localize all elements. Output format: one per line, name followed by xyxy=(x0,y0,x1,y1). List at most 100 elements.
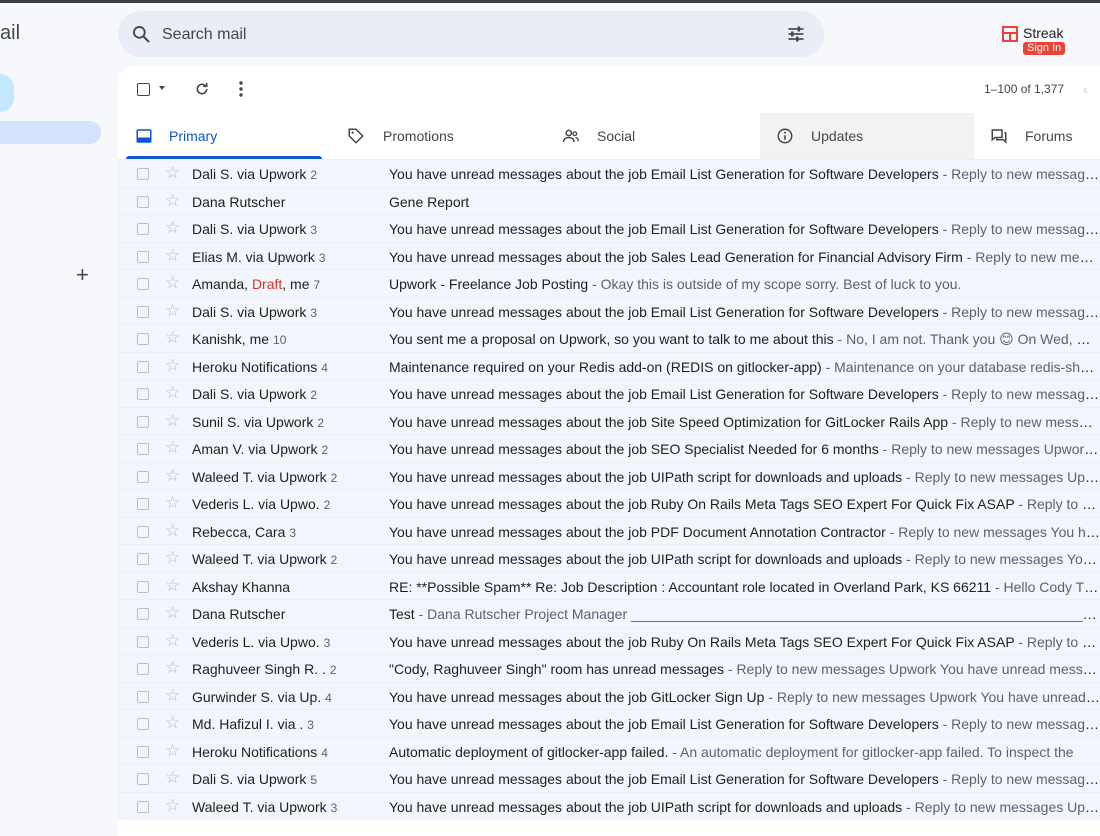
email-row[interactable]: ☆Heroku Notifications4Maintenance requir… xyxy=(118,352,1100,380)
tab-primary[interactable]: Primary xyxy=(126,113,322,159)
email-row[interactable]: ☆Vederis L. via Upwo.3You have unread me… xyxy=(118,627,1100,655)
streak-signin-badge[interactable]: Sign In xyxy=(1023,42,1065,55)
email-row[interactable]: ☆Dali S. via Upwork5You have unread mess… xyxy=(118,764,1100,792)
email-row[interactable]: ☆Waleed T. via Upwork3You have unread me… xyxy=(118,792,1100,820)
row-checkbox[interactable] xyxy=(137,663,149,675)
row-checkbox[interactable] xyxy=(137,608,149,620)
row-checkbox[interactable] xyxy=(137,388,149,400)
email-row[interactable]: ☆Aman V. via Upwork2You have unread mess… xyxy=(118,434,1100,462)
email-row[interactable]: ☆Kanishk, me10You sent me a proposal on … xyxy=(118,324,1100,352)
email-row[interactable]: ☆Waleed T. via Upwork2You have unread me… xyxy=(118,462,1100,490)
star-icon[interactable]: ☆ xyxy=(165,603,180,623)
star-icon[interactable]: ☆ xyxy=(165,328,180,348)
streak-extension[interactable]: Streak Sign In xyxy=(1002,25,1082,59)
snippet-separator: - xyxy=(991,579,1003,595)
email-row[interactable]: ☆Vederis L. via Upwo.2You have unread me… xyxy=(118,489,1100,517)
star-icon[interactable]: ☆ xyxy=(165,686,180,706)
email-row[interactable]: ☆Raghuveer Singh R. .2"Cody, Raghuveer S… xyxy=(118,654,1100,682)
star-icon[interactable]: ☆ xyxy=(165,713,180,733)
email-row[interactable]: ☆Dana RutscherTest - Dana Rutscher Proje… xyxy=(118,599,1100,627)
row-checkbox[interactable] xyxy=(137,333,149,345)
search-options-icon[interactable] xyxy=(786,24,806,44)
tab-updates[interactable]: Updates xyxy=(760,113,974,159)
star-icon[interactable]: ☆ xyxy=(165,631,180,651)
email-row[interactable]: ☆Dana RutscherGene Report xyxy=(118,187,1100,215)
email-row[interactable]: ☆Dali S. via Upwork2You have unread mess… xyxy=(118,159,1100,187)
sender-name: Aman V. via Upwork xyxy=(192,441,318,457)
snippet-separator: - xyxy=(902,799,914,815)
row-checkbox[interactable] xyxy=(137,278,149,290)
star-icon[interactable]: ☆ xyxy=(165,163,180,183)
star-icon[interactable]: ☆ xyxy=(165,356,180,376)
tag-icon xyxy=(347,127,365,145)
row-checkbox[interactable] xyxy=(137,553,149,565)
select-dropdown-caret-icon[interactable] xyxy=(159,86,165,90)
email-row[interactable]: ☆Akshay KhannaRE: **Possible Spam** Re: … xyxy=(118,572,1100,600)
star-icon[interactable]: ☆ xyxy=(165,411,180,431)
row-checkbox[interactable] xyxy=(137,471,149,483)
email-row[interactable]: ☆Heroku Notifications4Automatic deployme… xyxy=(118,737,1100,765)
star-icon[interactable]: ☆ xyxy=(165,796,180,816)
tab-forums[interactable]: Forums xyxy=(974,113,1100,159)
refresh-icon[interactable] xyxy=(194,81,210,97)
row-checkbox[interactable] xyxy=(137,526,149,538)
row-checkbox[interactable] xyxy=(137,306,149,318)
email-row[interactable]: ☆Elias M. via Upwork3You have unread mes… xyxy=(118,242,1100,270)
sidebar-item-inbox[interactable] xyxy=(0,121,101,144)
search-input[interactable] xyxy=(160,21,764,49)
row-checkbox[interactable] xyxy=(137,691,149,703)
star-icon[interactable]: ☆ xyxy=(165,576,180,596)
star-icon[interactable]: ☆ xyxy=(165,521,180,541)
star-icon[interactable]: ☆ xyxy=(165,548,180,568)
email-row[interactable]: ☆Dali S. via Upwork2You have unread mess… xyxy=(118,379,1100,407)
tab-promotions[interactable]: Promotions xyxy=(332,113,542,159)
row-checkbox[interactable] xyxy=(137,251,149,263)
row-checkbox[interactable] xyxy=(137,498,149,510)
email-row[interactable]: ☆Gurwinder S. via Up.4You have unread me… xyxy=(118,682,1100,710)
star-icon[interactable]: ☆ xyxy=(165,383,180,403)
star-icon[interactable]: ☆ xyxy=(165,273,180,293)
email-row[interactable]: ☆Rebecca, Cara3You have unread messages … xyxy=(118,517,1100,545)
star-icon[interactable]: ☆ xyxy=(165,466,180,486)
tab-social[interactable]: Social xyxy=(550,113,760,159)
row-checkbox[interactable] xyxy=(137,636,149,648)
row-checkbox[interactable] xyxy=(137,581,149,593)
row-checkbox[interactable] xyxy=(137,168,149,180)
star-icon[interactable]: ☆ xyxy=(165,438,180,458)
search-icon[interactable] xyxy=(131,24,151,44)
star-icon[interactable]: ☆ xyxy=(165,191,180,211)
email-row[interactable]: ☆Waleed T. via Upwork2You have unread me… xyxy=(118,544,1100,572)
star-icon[interactable]: ☆ xyxy=(165,658,180,678)
row-checkbox[interactable] xyxy=(137,223,149,235)
email-subject: You have unread messages about the job U… xyxy=(389,551,902,567)
email-row[interactable]: ☆Sunil S. via Upwork2You have unread mes… xyxy=(118,407,1100,435)
email-row[interactable]: ☆Dali S. via Upwork3You have unread mess… xyxy=(118,297,1100,325)
star-icon[interactable]: ☆ xyxy=(165,218,180,238)
row-checkbox[interactable] xyxy=(137,746,149,758)
star-icon[interactable]: ☆ xyxy=(165,301,180,321)
email-row[interactable]: ☆Dali S. via Upwork3You have unread mess… xyxy=(118,214,1100,242)
compose-button[interactable] xyxy=(0,74,14,112)
select-all-checkbox[interactable] xyxy=(137,83,150,96)
email-row[interactable]: ☆Md. Hafizul I. via .3You have unread me… xyxy=(118,709,1100,737)
star-icon[interactable]: ☆ xyxy=(165,493,180,513)
email-content: You have unread messages about the job U… xyxy=(389,551,1100,567)
row-checkbox[interactable] xyxy=(137,416,149,428)
search-bar[interactable] xyxy=(118,11,824,57)
row-checkbox[interactable] xyxy=(137,196,149,208)
email-content: You have unread messages about the job E… xyxy=(389,771,1100,787)
email-row[interactable]: ☆Amanda, Draft, me7Upwork - Freelance Jo… xyxy=(118,269,1100,297)
row-checkbox[interactable] xyxy=(137,361,149,373)
email-content: You have unread messages about the job U… xyxy=(389,799,1100,815)
row-checkbox[interactable] xyxy=(137,718,149,730)
email-sender: Heroku Notifications4 xyxy=(192,359,382,375)
row-checkbox[interactable] xyxy=(137,773,149,785)
chevron-left-icon[interactable]: ‹ xyxy=(1083,81,1088,97)
star-icon[interactable]: ☆ xyxy=(165,246,180,266)
row-checkbox[interactable] xyxy=(137,443,149,455)
more-options-icon[interactable] xyxy=(238,81,244,97)
star-icon[interactable]: ☆ xyxy=(165,741,180,761)
row-checkbox[interactable] xyxy=(137,801,149,813)
star-icon[interactable]: ☆ xyxy=(165,768,180,788)
add-label-icon[interactable]: + xyxy=(76,262,89,288)
